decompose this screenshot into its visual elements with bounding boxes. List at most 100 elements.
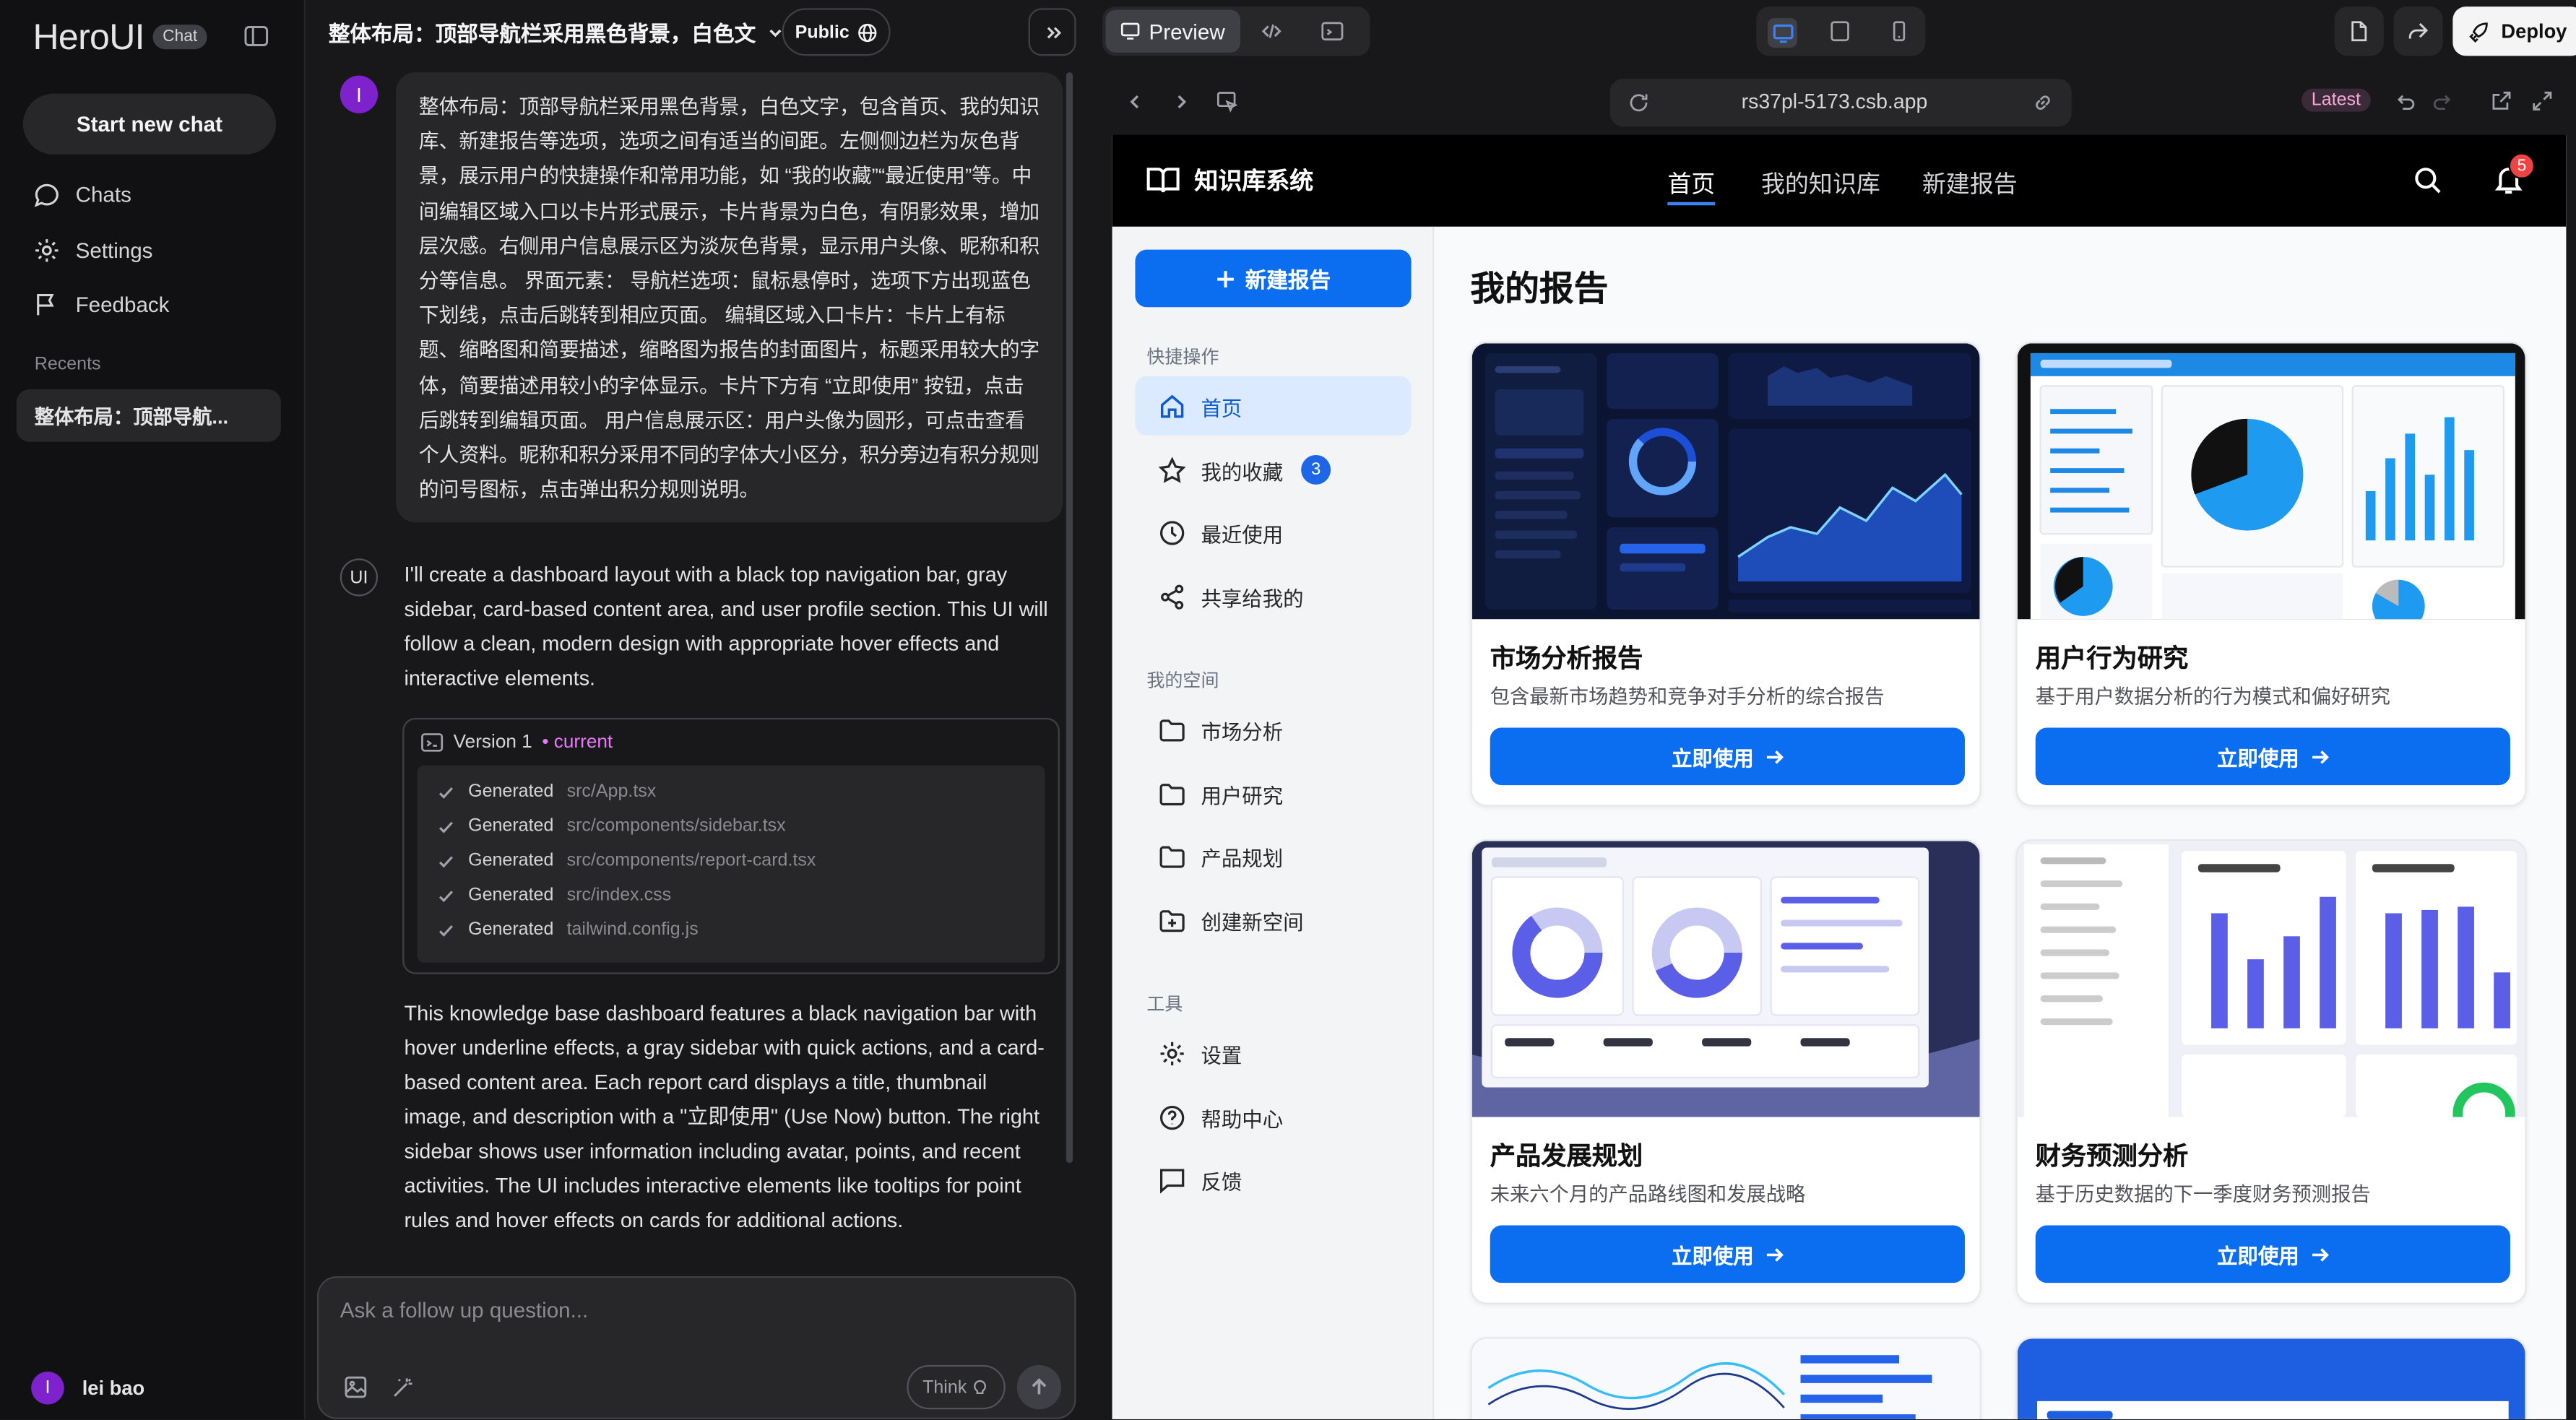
recent-chat-item[interactable]: 整体布局：顶部导航...: [16, 389, 281, 442]
report-card[interactable]: [1470, 1337, 1981, 1419]
report-card[interactable]: [2015, 1337, 2527, 1419]
sidebar-item-label: Chats: [75, 182, 131, 207]
send-button[interactable]: [1016, 1364, 1062, 1410]
share-button[interactable]: [2393, 7, 2443, 56]
sidebar-item-label: 帮助中心: [1201, 1107, 1284, 1131]
tablet-icon[interactable]: [1828, 20, 1851, 43]
sidebar-item-market[interactable]: 市场分析: [1135, 700, 1411, 759]
version-label: Version 1: [453, 732, 532, 753]
fullscreen-icon[interactable]: [2532, 90, 2554, 112]
quick-actions-heading: 快捷操作: [1146, 348, 1219, 368]
sidebar-item-home[interactable]: 首页: [1135, 376, 1412, 436]
card-thumbnail: [1471, 841, 1980, 1117]
list-item: Generated src/components/sidebar.tsx: [437, 816, 786, 836]
use-now-button[interactable]: 立即使用: [2035, 727, 2510, 786]
sidebar-item-label: 用户研究: [1201, 784, 1284, 808]
folder-icon: [1158, 779, 1186, 808]
inspect-icon[interactable]: [1216, 90, 1239, 113]
sidebar-item-settings[interactable]: Settings: [33, 236, 152, 264]
app-brand[interactable]: 知识库系统: [1145, 163, 1313, 197]
think-label: Think: [922, 1377, 967, 1398]
share-icon: [1158, 582, 1186, 610]
sidebar-item-user-research[interactable]: 用户研究: [1135, 764, 1411, 823]
arrow-right-icon: [1763, 747, 1783, 766]
mobile-icon[interactable]: [1888, 20, 1911, 43]
new-report-button[interactable]: 新建报告: [1135, 249, 1412, 308]
terminal-icon[interactable]: [1321, 20, 1344, 43]
chat-badge: Chat: [152, 25, 207, 50]
file-path: src/index.css: [566, 885, 672, 906]
preview-tab[interactable]: Preview: [1105, 9, 1241, 53]
report-card[interactable]: 产品发展规划 未来六个月的产品路线图和发展战略 立即使用: [1470, 839, 1981, 1304]
deploy-button[interactable]: Deploy: [2452, 7, 2576, 56]
public-visibility-button[interactable]: Public: [782, 8, 891, 56]
chat-title-dropdown[interactable]: 整体布局：顶部导航栏采用黑色背景，白色文: [329, 17, 785, 48]
chat-title: 整体布局：顶部导航栏采用黑色背景，白色文: [328, 21, 756, 46]
image-attach-icon[interactable]: [343, 1375, 368, 1400]
sidebar-item-settings[interactable]: 设置: [1135, 1023, 1411, 1083]
check-icon: [437, 852, 455, 870]
app-preview: 知识库系统 首页 我的知识库 新建报告 5 新建报告 快捷操作 首页 我的收藏 …: [1112, 134, 2567, 1419]
sidebar-item-label: 设置: [1201, 1044, 1242, 1068]
report-card[interactable]: 财务预测分析 基于历史数据的下一季度财务预测报告 立即使用: [2015, 839, 2527, 1304]
version-card[interactable]: Version 1 • current Generated src/App.ts…: [402, 717, 1060, 974]
sidebar-item-product-plan[interactable]: 产品规划: [1135, 826, 1411, 886]
use-now-button[interactable]: 立即使用: [1490, 1225, 1965, 1283]
url-text: rs37pl-5173.csb.app: [1741, 90, 1928, 113]
view-mode-switch: Preview: [1102, 7, 1370, 56]
sidebar-item-label: 产品规划: [1201, 847, 1284, 870]
sidebar-item-shared[interactable]: 共享给我的: [1135, 567, 1411, 626]
desktop-icon[interactable]: [1768, 18, 1797, 48]
sidebar-item-recent[interactable]: 最近使用: [1135, 503, 1411, 562]
sidebar-item-feedback[interactable]: Feedback: [33, 291, 169, 319]
magic-wand-icon[interactable]: [391, 1375, 415, 1400]
nav-home[interactable]: 首页: [1667, 166, 1716, 206]
link-icon[interactable]: [2032, 92, 2054, 113]
lightbulb-icon: [972, 1378, 990, 1396]
external-link-icon[interactable]: [2491, 90, 2512, 112]
think-toggle[interactable]: Think: [907, 1364, 1006, 1410]
download-button[interactable]: [2334, 7, 2384, 56]
chevrons-right-icon: [1042, 22, 1062, 42]
sidebar-item-create-space[interactable]: 创建新空间: [1135, 891, 1411, 950]
search-icon[interactable]: [2413, 166, 2443, 196]
use-now-button[interactable]: 立即使用: [2035, 1225, 2510, 1283]
file-action: Generated: [468, 919, 554, 940]
nav-knowledge-base[interactable]: 我的知识库: [1761, 166, 1880, 201]
user-message: 整体布局：顶部导航栏采用黑色背景，白色文字，包含首页、我的知识库、新建报告等选项…: [396, 72, 1063, 523]
redo-icon[interactable]: [2433, 92, 2455, 113]
page-title: 我的报告: [1470, 271, 1609, 309]
file-action: Generated: [468, 851, 554, 871]
code-icon[interactable]: [1260, 20, 1283, 43]
sidebar-item-feedback[interactable]: 反馈: [1135, 1150, 1411, 1209]
expand-preview-button[interactable]: [1028, 8, 1076, 56]
file-action: Generated: [468, 885, 554, 906]
follow-up-input[interactable]: Ask a follow up question... Think: [316, 1276, 1076, 1419]
sidebar-item-favorites[interactable]: 我的收藏 3: [1135, 440, 1411, 499]
user-profile[interactable]: I lei bao: [31, 1371, 144, 1405]
start-new-chat-button[interactable]: Start new chat: [22, 93, 277, 155]
undo-icon[interactable]: [2394, 92, 2416, 113]
message-square-icon: [1158, 1166, 1186, 1194]
file-icon: [2348, 20, 2371, 43]
nav-new-report[interactable]: 新建报告: [1922, 166, 2018, 201]
gear-icon: [1158, 1039, 1186, 1067]
version-badge[interactable]: Latest: [2301, 88, 2371, 112]
chat-scrollbar[interactable]: [1066, 72, 1073, 1164]
use-now-button[interactable]: 立即使用: [1490, 727, 1965, 786]
url-bar[interactable]: rs37pl-5173.csb.app: [1609, 79, 2072, 127]
back-icon[interactable]: [1125, 92, 1145, 111]
chat-bubble-icon: [33, 181, 61, 209]
report-card[interactable]: 用户行为研究 基于用户数据分析的行为模式和偏好研究 立即使用: [2015, 342, 2527, 807]
arrow-right-icon: [2309, 1244, 2328, 1264]
sidebar-item-help[interactable]: 帮助中心: [1135, 1088, 1411, 1147]
device-switch: [1756, 7, 1926, 56]
card-thumbnail: [1471, 343, 1980, 620]
sidebar-toggle-icon[interactable]: [243, 23, 269, 49]
card-title: 产品发展规划: [1490, 1143, 1643, 1172]
forward-icon[interactable]: [1172, 92, 1191, 111]
report-card[interactable]: 市场分析报告 包含最新市场趋势和竞争对手分析的综合报告 立即使用: [1470, 342, 1981, 807]
sidebar-item-chats[interactable]: Chats: [33, 181, 131, 209]
brand-name: 知识库系统: [1194, 169, 1314, 196]
reload-icon[interactable]: [1628, 92, 1650, 113]
